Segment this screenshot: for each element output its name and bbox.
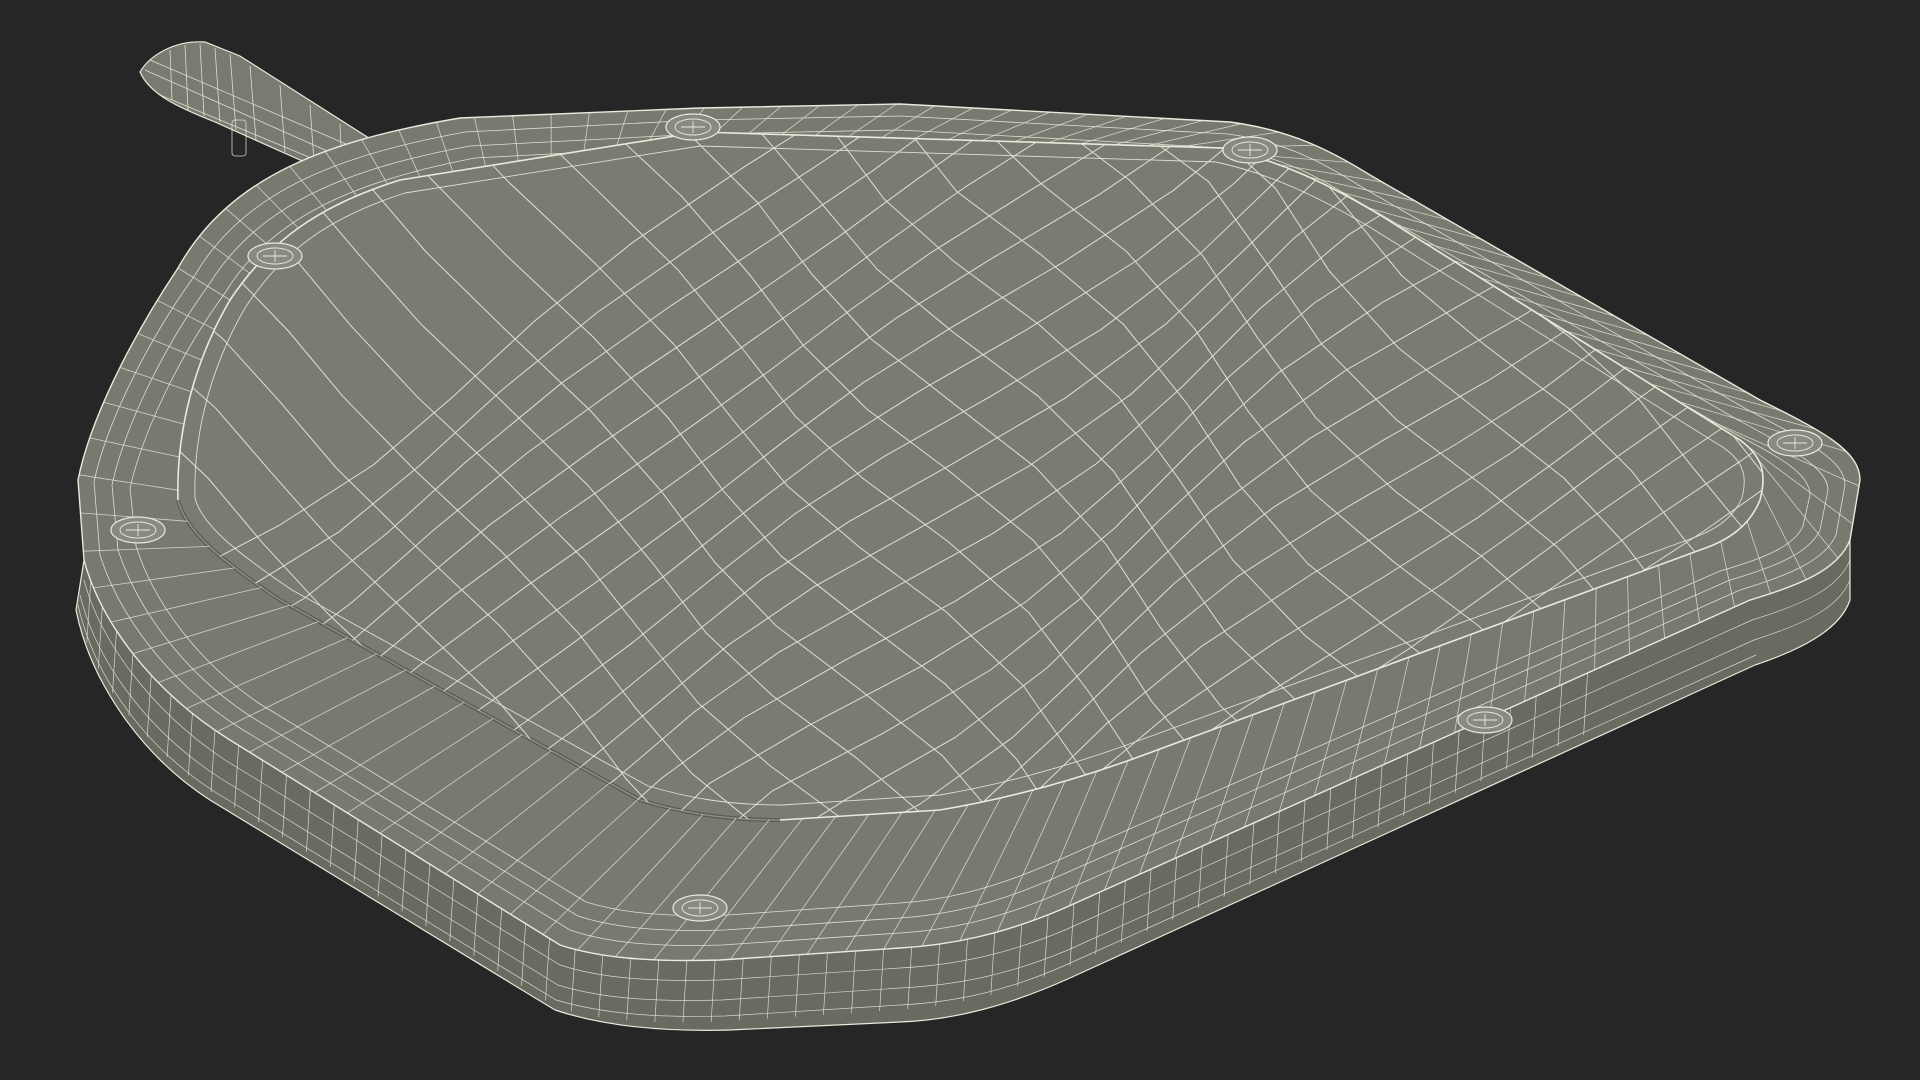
wireframe-render [75, 41, 1861, 1031]
screw-3 [247, 242, 303, 270]
screw-6 [1457, 706, 1513, 734]
screw-5 [1767, 429, 1823, 457]
screw-4 [110, 516, 166, 544]
render-viewport [0, 0, 1920, 1080]
screw-1 [665, 113, 721, 141]
screw-2 [1222, 136, 1278, 164]
screw-7 [672, 894, 728, 922]
